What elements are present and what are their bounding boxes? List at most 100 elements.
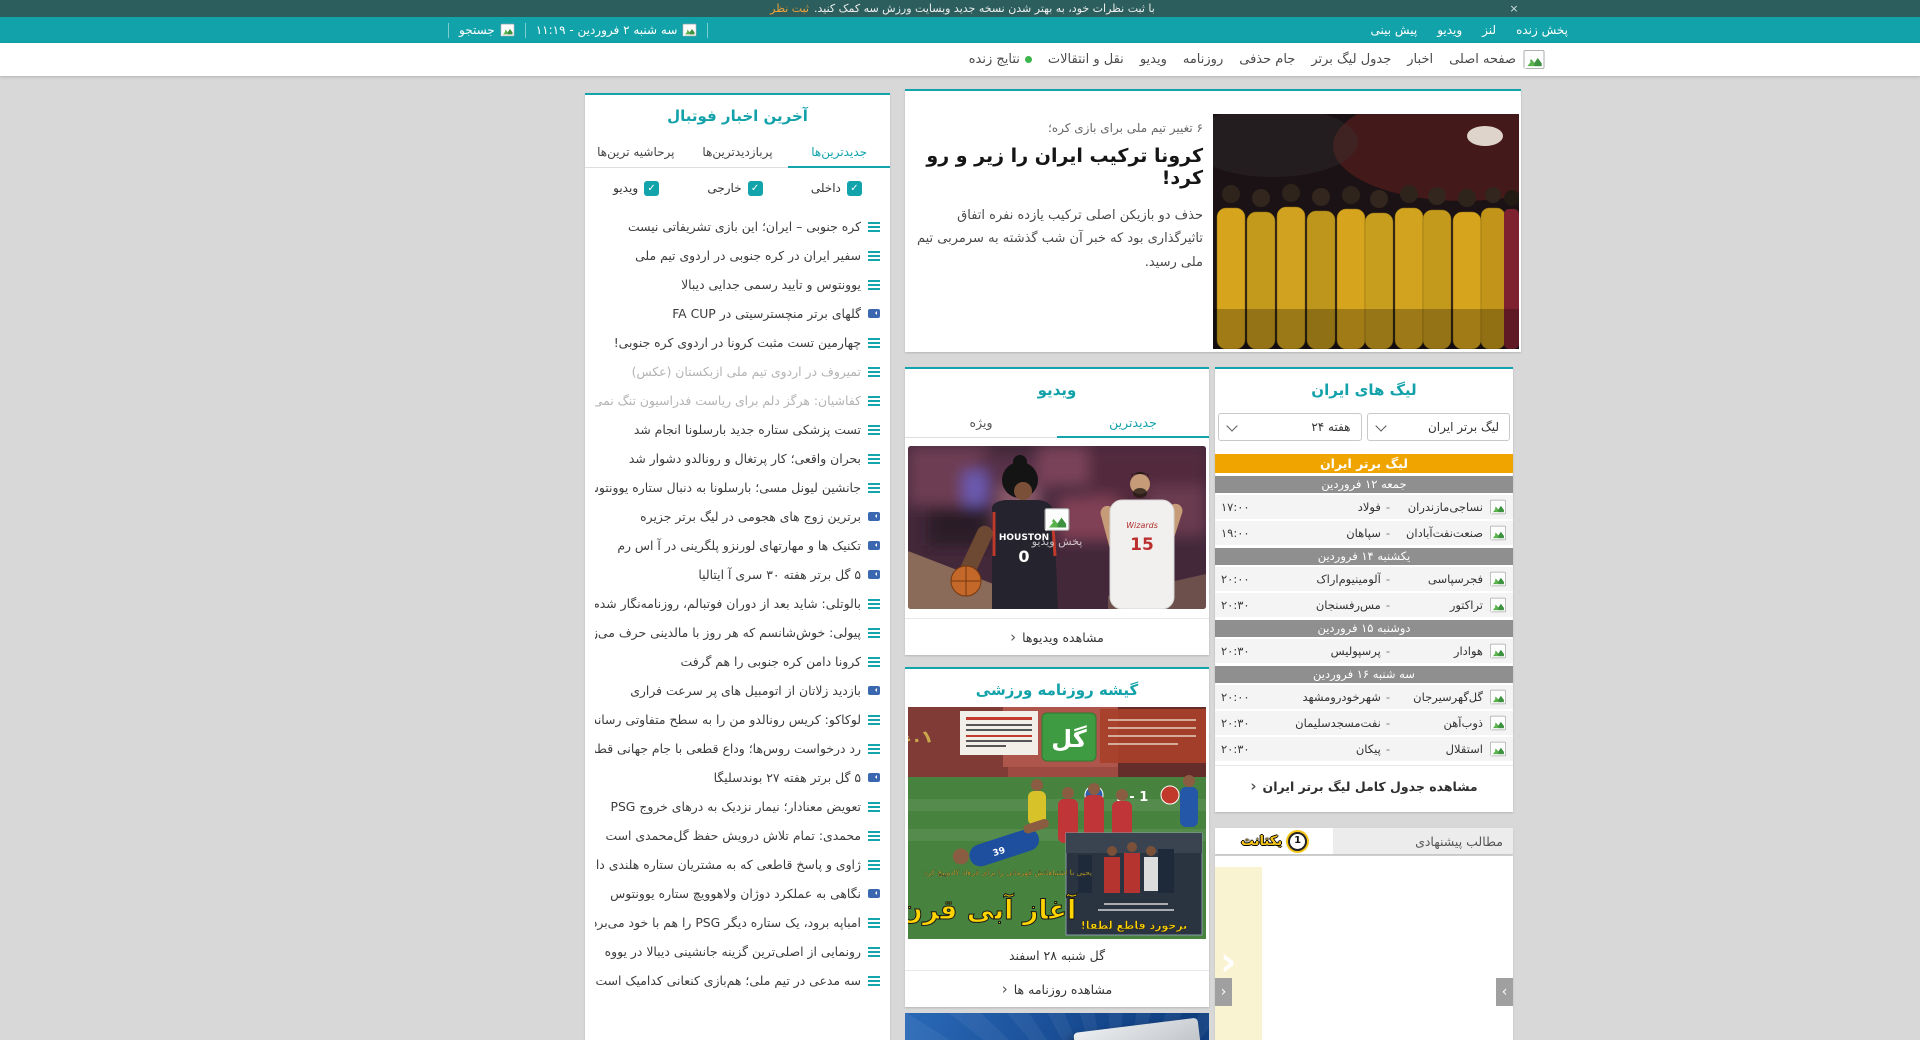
news-list-item[interactable]: محمدی: تمام تلاش درویش حفظ گل‌محمدی است <box>595 821 880 850</box>
site-logo[interactable] <box>1522 49 1546 70</box>
news-list-item[interactable]: تعویض معنادار؛ نیمار نزدیک به درهای خروج… <box>595 792 880 821</box>
match-time: ۲۰:۳۰ <box>1221 598 1250 612</box>
league-select[interactable]: لیگ برتر ایران <box>1366 413 1510 441</box>
news-list-item[interactable]: رونمایی از اصلی‌ترین گزینه جانشینی دیبال… <box>595 937 880 966</box>
filter-domestic[interactable]: ✓ داخلی <box>811 180 862 196</box>
nav-item-transfers[interactable]: نقل و انتقالات <box>1048 52 1124 67</box>
cover-inset-caption: برخورد قاطع لطفا! <box>1081 919 1188 932</box>
news-list-item[interactable]: بحران واقعی؛ کار پرتغال و رونالدو دشوار … <box>595 444 880 473</box>
search-label: جستجو <box>459 23 495 37</box>
newspaper-cover[interactable]: ۱۴۰۱ گل 1 - 1 39 <box>908 707 1206 939</box>
week-select[interactable]: هفته ۲۴ <box>1218 413 1362 441</box>
match-row[interactable]: صنعت‌نفت‌آبادان سپاهان ۱۹:۰۰ <box>1215 521 1513 545</box>
tab-most-viewed[interactable]: پربازدیدترین‌ها <box>687 137 789 167</box>
news-list-item[interactable]: جانشین لیونل مسی؛ بارسلونا به دنبال ستار… <box>595 473 880 502</box>
match-row[interactable]: تراکتور مس‌رفسنجان ۲۰:۳۰ <box>1215 593 1513 617</box>
view-newspapers-link[interactable]: مشاهده روزنامه ها <box>905 970 1209 1007</box>
hero-photo[interactable] <box>1213 114 1519 349</box>
iran-leagues-card: لیگ های ایران لیگ برتر ایران هفته ۲۴ لیگ… <box>1215 367 1513 812</box>
match-row[interactable]: هوادار پرسپولیس ۲۰:۳۰ <box>1215 639 1513 663</box>
news-list-item[interactable]: چهارمین تست مثبت کرونا در اردوی کره جنوب… <box>595 328 880 357</box>
filter-label: خارجی <box>707 181 742 195</box>
news-list-item[interactable]: کره جنوبی – ایران؛ این بازی تشریفاتی نیس… <box>595 212 880 241</box>
match-row[interactable]: نساجی‌مازندران فولاد ۱۷:۰۰ <box>1215 495 1513 519</box>
news-list-item[interactable]: تکنیک ها و مهارتهای لورنزو پلگرینی در آ … <box>595 531 880 560</box>
news-list-item[interactable]: تست پزشکی ستاره جدید بارسلونا انجام شد <box>595 415 880 444</box>
news-list-item[interactable]: ژاوی و پاسخ قاطعی که به مشتریان ستاره هل… <box>595 850 880 879</box>
topbar-item-live[interactable]: پخش زنده <box>1516 23 1568 37</box>
nav-label: صفحه اصلی <box>1449 52 1516 67</box>
topbar-item-video[interactable]: ویدیو <box>1437 23 1462 37</box>
tab-video-newest[interactable]: جدیدترین <box>1057 409 1209 438</box>
news-list-item[interactable]: امباپه برود، یک ستاره دیگر PSG را هم با … <box>595 908 880 937</box>
match-row[interactable]: ذوب‌آهن نفت‌مسجدسلیمان ۲۰:۳۰ <box>1215 711 1513 735</box>
suggested-header: مطالب پیشنهادی 1 یکتانت <box>1215 828 1513 854</box>
news-list-item[interactable]: نگاهی به عملکرد دوژان ولاهوویچ ستاره یوو… <box>595 879 880 908</box>
team-logo-icon <box>1489 571 1507 587</box>
nav-item-home[interactable]: صفحه اصلی <box>1449 52 1516 67</box>
video-card-title: ویدیو <box>1037 381 1077 399</box>
yektanet-badge-icon: 1 <box>1288 831 1308 851</box>
match-row[interactable]: استقلال پیکان ۲۰:۳۰ <box>1215 737 1513 761</box>
away-team: نفت‌مسجدسلیمان <box>1295 716 1381 730</box>
news-list-item[interactable]: کفاشیان: هرگز دلم برای ریاست فدراسیون تن… <box>595 386 880 415</box>
news-list-item[interactable]: رد درخواست روس‌ها؛ وداع قطعی با جام جهان… <box>595 734 880 763</box>
feedback-link[interactable]: ثبت نظر <box>770 2 809 15</box>
suggested-carousel: ‹ ‹ › <box>1215 856 1513 1040</box>
news-item-title: تمیروف در اردوی تیم ملی ازبکستان (عکس) <box>631 364 861 379</box>
latest-news-card: آخرین اخبار فوتبال جدیدترین‌ها پربازدیدت… <box>585 93 890 1040</box>
yektanet-logo[interactable]: 1 یکتانت <box>1215 828 1333 854</box>
nav-item-video[interactable]: ویدیو <box>1140 52 1167 67</box>
news-list-item[interactable]: سفیر ایران در کره جنوبی در اردوی تیم ملی <box>595 241 880 270</box>
tab-video-featured[interactable]: ویژه <box>905 409 1057 437</box>
news-list-item[interactable]: ۵ گل برتر هفته ۳۰ سری آ ایتالیا <box>595 560 880 589</box>
news-item-title: محمدی: تمام تلاش درویش حفظ گل‌محمدی است <box>605 828 861 843</box>
view-videos-link[interactable]: مشاهده ویدیوها <box>905 618 1209 655</box>
news-item-title: چهارمین تست مثبت کرونا در اردوی کره جنوب… <box>613 335 861 350</box>
feedback-banner: با ثبت نظرات خود، به بهتر شدن نسخه جدید … <box>0 0 1920 17</box>
topbar-item-prediction[interactable]: پیش بینی <box>1371 23 1418 37</box>
search-button[interactable]: جستجو <box>459 17 515 43</box>
news-item-title: رونمایی از اصلی‌ترین گزینه جانشینی دیبال… <box>604 944 861 959</box>
tab-most-controversial[interactable]: پرحاشیه ترین‌ها <box>585 137 687 167</box>
suggested-ad-card[interactable]: ‹ <box>1215 867 1262 1040</box>
carousel-next-button[interactable]: › <box>1496 978 1513 1006</box>
ad-banner[interactable] <box>905 1013 1209 1040</box>
news-list-item[interactable]: سه مدعی در تیم ملی؛ هم‌بازی کنعانی کدامی… <box>595 966 880 995</box>
match-row[interactable]: گل‌گهرسیرجان شهرخودرومشهد ۲۰:۰۰ <box>1215 685 1513 709</box>
filter-video[interactable]: ✓ ویدیو <box>613 180 660 196</box>
tab-newest[interactable]: جدیدترین‌ها <box>788 137 890 168</box>
news-item-title: برترین زوج های هجومی در لیگ برتر جزیره <box>640 509 861 524</box>
view-full-table-link[interactable]: مشاهده جدول کامل لیگ برتر ایران <box>1215 765 1513 806</box>
carousel-prev-button[interactable]: ‹ <box>1215 978 1232 1006</box>
away-team: پرسپولیس <box>1330 644 1381 658</box>
news-list-item[interactable]: گلهای برتر منچسترسیتی در FA CUP <box>595 299 880 328</box>
live-dot-icon <box>1024 56 1032 63</box>
nav-item-newspaper[interactable]: روزنامه <box>1183 52 1223 67</box>
cover-subheadline: یحیی با اشتباهاتش قهرمانی را برای فرهاد … <box>924 868 1092 877</box>
video-thumbnail[interactable]: Wizards 15 HOUSTON 0 پخش ویدیو <box>908 446 1206 609</box>
news-list-item[interactable]: یوونتوس و تایید رسمی جدایی دیبالا <box>595 270 880 299</box>
nav-item-league-table[interactable]: جدول لیگ برتر <box>1311 52 1391 67</box>
news-list-item[interactable]: تمیروف در اردوی تیم ملی ازبکستان (عکس) <box>595 357 880 386</box>
news-list-item[interactable]: ۵ گل برتر هفته ۲۷ بوندسلیگا <box>595 763 880 792</box>
match-row[interactable]: فجرسپاسی آلومینیوم‌اراک ۲۰:۰۰ <box>1215 567 1513 591</box>
news-item-title: سفیر ایران در کره جنوبی در اردوی تیم ملی <box>635 248 861 263</box>
news-list-item[interactable]: پیولی: خوش‌شانسم که هر روز با مالدینی حر… <box>595 618 880 647</box>
vs-separator <box>1386 644 1390 658</box>
nav-item-live-scores[interactable]: نتایج زنده <box>969 52 1032 67</box>
news-list-item[interactable]: بالوتلی: شاید بعد از دوران فوتبالم، روزن… <box>595 589 880 618</box>
news-list-item[interactable]: کرونا دامن کره جنوبی را هم گرفت <box>595 647 880 676</box>
news-item-title: بازدید زلاتان از اتومبیل های پر سرعت فرا… <box>630 683 861 698</box>
hero-title[interactable]: کرونا ترکیب ایران را زیر و رو کرد! <box>915 145 1203 189</box>
team-logo-icon <box>1489 715 1507 731</box>
close-icon[interactable]: × <box>1506 0 1522 17</box>
news-list-item[interactable]: برترین زوج های هجومی در لیگ برتر جزیره <box>595 502 880 531</box>
team-logo-icon <box>1489 643 1507 659</box>
nav-item-cup[interactable]: جام حذفی <box>1239 52 1295 67</box>
news-list-item[interactable]: لوکاکو: کریس رونالدو من را به سطح متفاوت… <box>595 705 880 734</box>
news-list-item[interactable]: بازدید زلاتان از اتومبیل های پر سرعت فرا… <box>595 676 880 705</box>
topbar-item-lens[interactable]: لنز <box>1482 23 1496 37</box>
filter-foreign[interactable]: ✓ خارجی <box>707 180 763 196</box>
nav-item-news[interactable]: اخبار <box>1407 52 1433 67</box>
